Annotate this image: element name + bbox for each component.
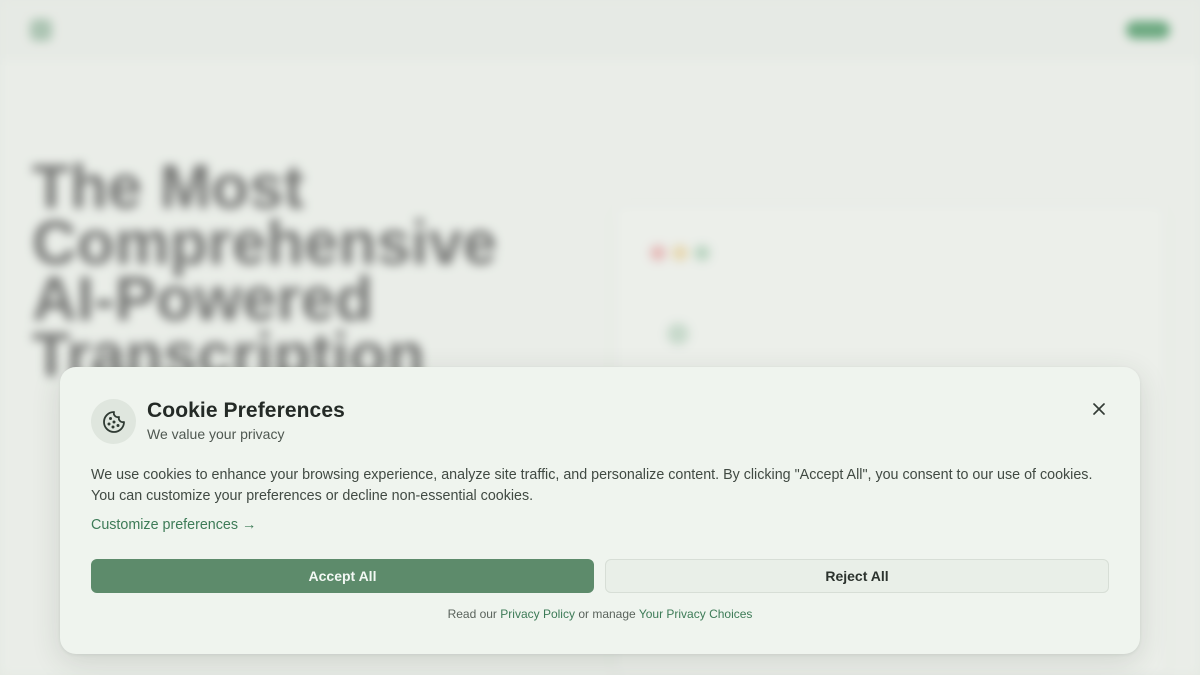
dialog-subtitle: We value your privacy <box>147 426 285 442</box>
cookie-dialog: Cookie Preferences We value your privacy… <box>60 367 1140 654</box>
dialog-title: Cookie Preferences <box>147 399 345 422</box>
footer-middle: or manage <box>578 607 636 621</box>
reject-all-button[interactable]: Reject All <box>605 559 1109 593</box>
accept-all-button[interactable]: Accept All <box>91 559 594 593</box>
close-icon <box>1093 403 1105 415</box>
privacy-choices-link[interactable]: Your Privacy Choices <box>639 607 753 621</box>
dialog-footer: Read our Privacy Policy or manage Your P… <box>60 607 1140 621</box>
footer-prefix: Read our <box>447 607 497 621</box>
privacy-policy-link[interactable]: Privacy Policy <box>500 607 575 621</box>
dialog-body-text: We use cookies to enhance your browsing … <box>91 467 1093 504</box>
customize-preferences-link[interactable]: Customize preferences → <box>91 517 256 533</box>
cookie-icon <box>91 399 136 444</box>
close-button[interactable] <box>1088 398 1110 420</box>
